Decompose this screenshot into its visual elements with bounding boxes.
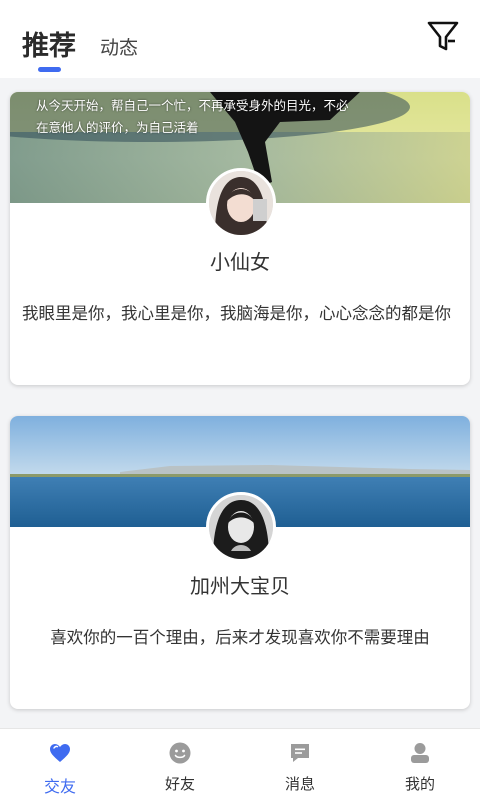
active-tab-indicator	[38, 67, 61, 72]
tab-mine[interactable]: 我的	[360, 729, 480, 800]
banner-quote-line2: 在意他人的评价，为自己活着	[36, 120, 199, 135]
user-bio: 喜欢你的一百个理由，后来才发现喜欢你不需要理由	[50, 628, 430, 647]
user-nickname: 加州大宝贝	[190, 574, 290, 598]
bottom-tab-bar: 交友 好友 消息 我的	[0, 728, 480, 800]
profile-card[interactable]: 加州大宝贝 喜欢你的一百个理由，后来才发现喜欢你不需要理由	[10, 416, 470, 709]
avatar[interactable]	[206, 492, 276, 562]
filter-icon	[427, 21, 459, 51]
banner-quote-line1: 从今天开始，帮自己一个忙，不再承受身外的目光，不必	[36, 98, 349, 113]
tab-messages[interactable]: 消息	[240, 729, 360, 800]
tab-friends[interactable]: 好友	[120, 729, 240, 800]
smiley-icon	[169, 742, 191, 764]
tab-moments[interactable]: 动态	[100, 33, 138, 60]
top-header: 推荐 动态	[0, 0, 480, 78]
recommend-feed[interactable]: 从今天开始，帮自己一个忙，不再承受身外的目光，不必 在意他人的评价，为自己活着 …	[0, 78, 480, 728]
tab-label: 交友	[43, 777, 76, 796]
tab-make-friends[interactable]: 交友	[0, 729, 120, 800]
profile-card[interactable]: 从今天开始，帮自己一个忙，不再承受身外的目光，不必 在意他人的评价，为自己活着 …	[10, 92, 470, 385]
tab-label: 好友	[164, 775, 195, 793]
tab-label: 消息	[284, 775, 315, 793]
heart-icon	[50, 744, 70, 762]
filter-button[interactable]	[424, 18, 462, 54]
user-nickname: 小仙女	[210, 250, 270, 274]
avatar[interactable]	[206, 168, 276, 238]
chat-bubble-icon	[291, 744, 309, 762]
user-bio: 我眼里是你，我心里是你，我脑海是你，心心念念的都是你	[22, 304, 451, 323]
user-icon	[411, 743, 429, 763]
tab-label: 我的	[404, 775, 435, 793]
tab-recommend[interactable]: 推荐	[22, 24, 76, 63]
